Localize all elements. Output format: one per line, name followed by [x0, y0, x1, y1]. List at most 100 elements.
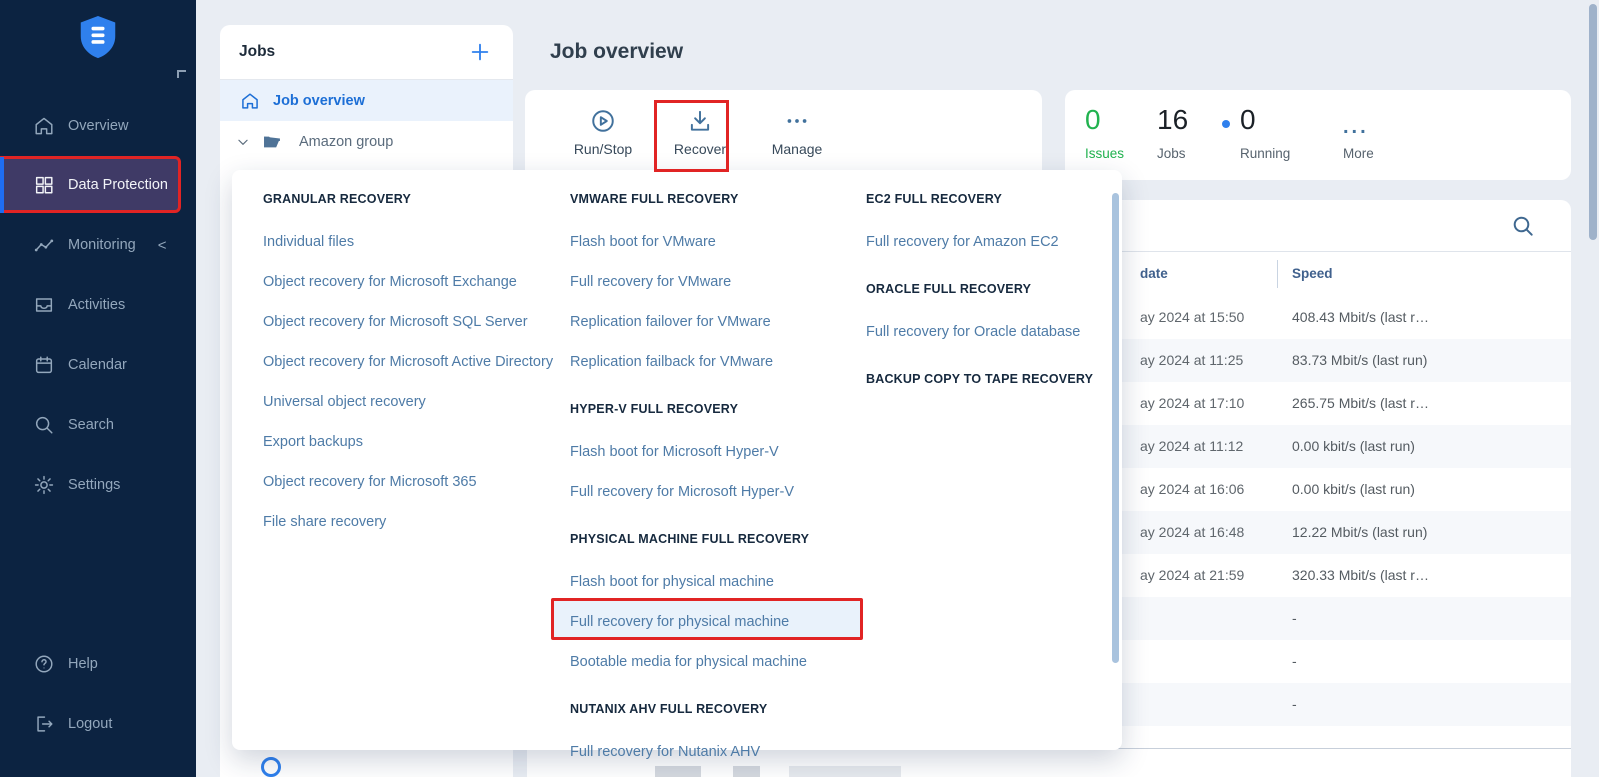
app-logo — [0, 14, 196, 64]
menu-section-header: GRANULAR RECOVERY — [263, 190, 563, 230]
search-icon[interactable] — [1511, 214, 1535, 238]
sidebar-item-calendar[interactable]: Calendar — [0, 343, 196, 387]
jobs-tree-item-label: Amazon group — [299, 134, 393, 150]
grid-icon — [33, 174, 55, 196]
menu-section-header: NUTANIX AHV FULL RECOVERY — [570, 700, 870, 740]
add-job-button[interactable] — [469, 41, 491, 63]
inbox-icon — [33, 294, 55, 316]
run-date-cell: ay 2024 at 11:25 — [1140, 352, 1243, 368]
home-icon — [240, 91, 260, 111]
menu-item-full-recovery-ec2[interactable]: Full recovery for Amazon EC2 — [866, 233, 1116, 273]
more-ellipsis-icon: ... — [1343, 116, 1369, 139]
column-header-speed[interactable]: Speed — [1292, 266, 1333, 281]
running-status-dot — [1222, 120, 1230, 128]
jobs-tree-item-label: Job overview — [273, 93, 365, 109]
menu-item-file-share-recovery[interactable]: File share recovery — [263, 513, 563, 553]
jobs-tree-item-job-overview[interactable]: Job overview — [220, 80, 513, 121]
sidebar-item-data-protection[interactable]: Data Protection — [0, 156, 181, 213]
menu-item-full-recovery-oracle[interactable]: Full recovery for Oracle database — [866, 323, 1116, 363]
column-header-date[interactable]: date — [1140, 266, 1168, 281]
menu-item-export-backups[interactable]: Export backups — [263, 433, 563, 473]
menu-item-full-recovery-hyperv[interactable]: Full recovery for Microsoft Hyper-V — [570, 483, 870, 523]
menu-item-replication-failover-vmware[interactable]: Replication failover for VMware — [570, 313, 870, 353]
speed-cell: 83.73 Mbit/s (last run) — [1292, 352, 1427, 368]
sidebar-item-logout[interactable]: Logout — [0, 702, 196, 746]
speed-cell: - — [1292, 696, 1297, 712]
sidebar-item-monitoring[interactable]: Monitoring < — [0, 223, 196, 267]
speed-cell: 265.75 Mbit/s (last r… — [1292, 395, 1429, 411]
menu-item-flash-boot-physical[interactable]: Flash boot for physical machine — [570, 573, 870, 613]
refresh-icon-fragment — [261, 757, 281, 777]
page-scrollbar-thumb[interactable] — [1589, 4, 1597, 240]
gear-icon — [33, 474, 55, 496]
sidebar-item-label: Help — [68, 656, 98, 672]
chevron-down-icon[interactable] — [236, 135, 250, 149]
run-date-cell: ay 2024 at 11:12 — [1140, 438, 1243, 454]
active-indicator-bar — [0, 157, 4, 213]
menu-item-universal-object-recovery[interactable]: Universal object recovery — [263, 393, 563, 433]
shield-logo-icon — [75, 14, 121, 64]
menu-item-full-recovery-nutanix[interactable]: Full recovery for Nutanix AHV — [570, 743, 870, 777]
run-date-cell: ay 2024 at 16:06 — [1140, 481, 1244, 497]
stat-jobs[interactable]: 16 Jobs — [1157, 90, 1227, 180]
search-icon — [33, 414, 55, 436]
menu-column-cloud-recovery: EC2 FULL RECOVERY Full recovery for Amaz… — [866, 170, 1116, 413]
sidebar: Overview Data Protection Monitoring < Ac… — [0, 0, 196, 777]
issues-label: Issues — [1085, 146, 1124, 161]
menu-item-full-recovery-physical[interactable]: Full recovery for physical machine — [570, 613, 870, 653]
menu-item-individual-files[interactable]: Individual files — [263, 233, 563, 273]
menu-item-replication-failback-vmware[interactable]: Replication failback for VMware — [570, 353, 870, 393]
run-date-cell: ay 2024 at 16:48 — [1140, 524, 1244, 540]
speed-cell: 320.33 Mbit/s (last r… — [1292, 567, 1429, 583]
run-stop-button[interactable]: Run/Stop — [555, 102, 651, 168]
sidebar-item-overview[interactable]: Overview — [0, 104, 196, 148]
stat-more[interactable]: ... More — [1343, 90, 1413, 180]
sidebar-collapse-handle-icon[interactable] — [177, 70, 186, 78]
play-circle-icon — [590, 108, 616, 134]
sidebar-item-label: Monitoring — [68, 237, 136, 253]
menu-item-flash-boot-hyperv[interactable]: Flash boot for Microsoft Hyper-V — [570, 443, 870, 483]
menu-item-object-recovery-sql[interactable]: Object recovery for Microsoft SQL Server — [263, 313, 563, 353]
manage-label: Manage — [772, 141, 823, 157]
recover-button[interactable]: Recover — [652, 102, 748, 168]
more-label: More — [1343, 146, 1374, 161]
run-date-cell: ay 2024 at 21:59 — [1140, 567, 1244, 583]
speed-cell: - — [1292, 610, 1297, 626]
menu-section-header: ORACLE FULL RECOVERY — [866, 280, 1116, 320]
sidebar-item-label: Overview — [68, 118, 128, 134]
chevron-left-icon[interactable]: < — [158, 237, 167, 254]
sidebar-item-settings[interactable]: Settings — [0, 463, 196, 507]
menu-item-object-recovery-m365[interactable]: Object recovery for Microsoft 365 — [263, 473, 563, 513]
stat-issues[interactable]: 0 Issues — [1085, 90, 1155, 180]
sidebar-item-label: Activities — [68, 297, 125, 313]
question-circle-icon — [33, 653, 55, 675]
sidebar-item-label: Calendar — [68, 357, 127, 373]
stat-running[interactable]: 0 Running — [1240, 90, 1320, 180]
column-divider[interactable] — [1277, 260, 1278, 288]
menu-item-bootable-media-physical[interactable]: Bootable media for physical machine — [570, 653, 870, 693]
menu-item-object-recovery-exchange[interactable]: Object recovery for Microsoft Exchange — [263, 273, 563, 313]
sidebar-item-activities[interactable]: Activities — [0, 283, 196, 327]
menu-item-full-recovery-vmware[interactable]: Full recovery for VMware — [570, 273, 870, 313]
menu-item-flash-boot-vmware[interactable]: Flash boot for VMware — [570, 233, 870, 273]
menu-section-header: PHYSICAL MACHINE FULL RECOVERY — [570, 530, 870, 570]
jobs-label: Jobs — [1157, 146, 1186, 161]
job-actions-toolbar: Run/Stop Recover Manage — [525, 90, 1042, 180]
jobs-tree-item-amazon-group[interactable]: Amazon group — [220, 121, 513, 162]
dropdown-scrollbar-thumb[interactable] — [1112, 193, 1119, 663]
speed-cell: 0.00 kbit/s (last run) — [1292, 481, 1415, 497]
sidebar-item-label: Logout — [68, 716, 112, 732]
menu-section-header: VMWARE FULL RECOVERY — [570, 190, 870, 230]
menu-column-granular: GRANULAR RECOVERY Individual files Objec… — [263, 170, 563, 553]
sidebar-item-search[interactable]: Search — [0, 403, 196, 447]
manage-button[interactable]: Manage — [749, 102, 845, 168]
speed-cell: 0.00 kbit/s (last run) — [1292, 438, 1415, 454]
home-icon — [33, 115, 55, 137]
page-title: Job overview — [550, 40, 683, 64]
menu-item-object-recovery-ad[interactable]: Object recovery for Microsoft Active Dir… — [263, 353, 563, 393]
logout-icon — [33, 713, 55, 735]
menu-section-header: HYPER-V FULL RECOVERY — [570, 400, 870, 440]
running-count: 0 — [1240, 104, 1256, 136]
sidebar-item-help[interactable]: Help — [0, 642, 196, 686]
folder-open-icon — [262, 132, 282, 152]
